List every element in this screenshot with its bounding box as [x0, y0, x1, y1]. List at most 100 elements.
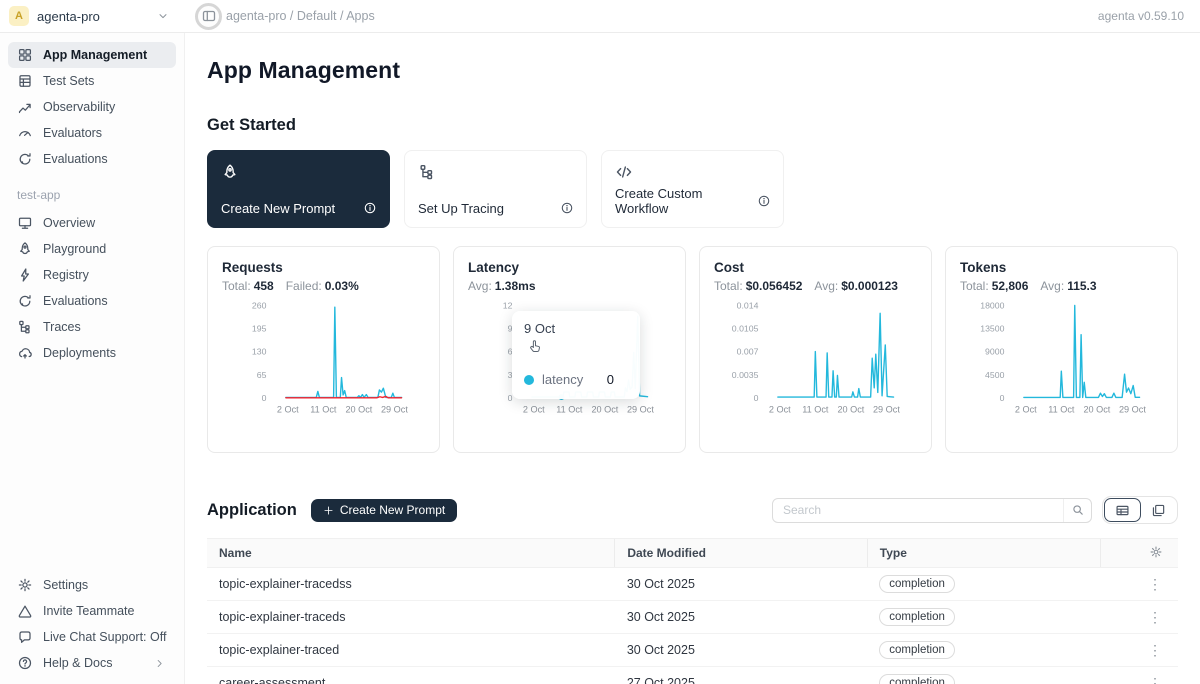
- rocket-icon: [17, 241, 33, 257]
- sidebar-item-evaluators[interactable]: Evaluators: [8, 120, 176, 146]
- chart-plot[interactable]: 0.0140.01050.0070.003502 Oct11 Oct20 Oct…: [714, 295, 917, 422]
- type-cell: completion: [867, 667, 1100, 684]
- view-toggle: [1102, 496, 1178, 524]
- svg-text:18000: 18000: [980, 301, 1004, 311]
- create-custom-workflow-card[interactable]: Create Custom Workflow: [601, 150, 784, 228]
- sidebar-item-settings[interactable]: Settings: [8, 572, 176, 598]
- table-row[interactable]: topic-explainer-traceds30 Oct 2025 comple…: [207, 601, 1178, 634]
- info-icon[interactable]: [559, 200, 575, 216]
- page-title: App Management: [207, 57, 1178, 84]
- tooltip-series-label: latency: [542, 372, 583, 387]
- workspace-selector[interactable]: A agenta-pro: [0, 6, 185, 26]
- svg-text:0: 0: [1000, 393, 1005, 403]
- lightning-icon: [17, 267, 33, 283]
- chart-plot[interactable]: 18000135009000450002 Oct11 Oct20 Oct29 O…: [960, 295, 1163, 422]
- overview-icon: [17, 215, 33, 231]
- series-dot: [524, 375, 534, 385]
- sidebar-item-label: Evaluators: [43, 126, 102, 140]
- app-name-cell[interactable]: topic-explainer-tracedss: [207, 568, 615, 601]
- requests-chart-card: Requests Total:458Failed:0.03% 260195130…: [207, 246, 440, 453]
- card-view-icon: [1151, 503, 1166, 518]
- app-name-cell[interactable]: topic-explainer-traced: [207, 634, 615, 667]
- svg-text:9000: 9000: [985, 347, 1005, 357]
- type-badge: completion: [879, 608, 955, 626]
- row-menu-icon[interactable]: ⋮: [1148, 642, 1162, 658]
- tracing-icon: [418, 163, 434, 179]
- sidebar: App Management Test Sets Observability E…: [0, 33, 185, 684]
- get-started-title: Get Started: [207, 116, 1178, 135]
- tooltip-date: 9 Oct: [524, 321, 628, 336]
- info-icon[interactable]: [362, 200, 378, 216]
- date-modified-cell: 30 Oct 2025: [615, 601, 867, 634]
- chart-title: Tokens: [960, 260, 1163, 275]
- svg-text:20 Oct: 20 Oct: [591, 405, 618, 415]
- sidebar-item-live-chat[interactable]: Live Chat Support: Off: [8, 624, 176, 650]
- evaluations-icon: [17, 151, 33, 167]
- sidebar-item-label: Live Chat Support: Off: [43, 630, 166, 644]
- create-new-prompt-card[interactable]: Create New Prompt: [207, 150, 390, 228]
- app-table-body: topic-explainer-tracedss30 Oct 2025compl…: [207, 568, 1178, 684]
- svg-text:13500: 13500: [980, 324, 1004, 334]
- card-label: Create Custom Workflow: [615, 186, 756, 216]
- button-label: Create New Prompt: [340, 503, 445, 517]
- row-actions-cell: ⋮: [1100, 601, 1178, 634]
- column-header-type[interactable]: Type: [867, 539, 1100, 568]
- code-icon: [615, 163, 631, 179]
- applications-table: Name Date Modified Type topic-explainer-…: [207, 538, 1178, 684]
- breadcrumb[interactable]: agenta-pro / Default / Apps: [226, 9, 375, 23]
- table-header-row: Name Date Modified Type: [207, 539, 1178, 568]
- svg-text:11 Oct: 11 Oct: [802, 405, 829, 415]
- create-new-prompt-button[interactable]: Create New Prompt: [311, 499, 457, 522]
- search-input[interactable]: [773, 503, 1063, 517]
- sidebar-item-label: Invite Teammate: [43, 604, 134, 618]
- sidebar-item-label: Settings: [43, 578, 88, 592]
- table-row[interactable]: career-assessment27 Oct 2025completion⋮: [207, 667, 1178, 684]
- chart-svg: 2601951306502 Oct11 Oct20 Oct29 Oct: [222, 295, 425, 422]
- sidebar-item-help-docs[interactable]: Help & Docs: [8, 650, 176, 676]
- grid-icon: [17, 47, 33, 63]
- table-row[interactable]: topic-explainer-traced30 Oct 2025complet…: [207, 634, 1178, 667]
- row-menu-icon[interactable]: ⋮: [1148, 609, 1162, 625]
- sidebar-item-test-sets[interactable]: Test Sets: [8, 68, 176, 94]
- chat-icon: [17, 629, 33, 645]
- sidebar-item-evaluations-app[interactable]: Evaluations: [8, 288, 176, 314]
- info-icon[interactable]: [756, 193, 772, 209]
- sidebar-item-app-management[interactable]: App Management: [8, 42, 176, 68]
- app-name-cell[interactable]: topic-explainer-traceds: [207, 601, 615, 634]
- chart-plot[interactable]: 2601951306502 Oct11 Oct20 Oct29 Oct: [222, 295, 425, 422]
- sidebar-item-evaluations[interactable]: Evaluations: [8, 146, 176, 172]
- svg-text:0.014: 0.014: [737, 301, 759, 311]
- svg-text:11 Oct: 11 Oct: [1048, 405, 1075, 415]
- sidebar-item-traces[interactable]: Traces: [8, 314, 176, 340]
- sidebar-item-overview[interactable]: Overview: [8, 210, 176, 236]
- set-up-tracing-card[interactable]: Set Up Tracing: [404, 150, 587, 228]
- row-menu-icon[interactable]: ⋮: [1148, 576, 1162, 592]
- search-icon[interactable]: [1063, 499, 1091, 522]
- table-row[interactable]: topic-explainer-tracedss30 Oct 2025compl…: [207, 568, 1178, 601]
- gear-icon[interactable]: [1148, 544, 1164, 560]
- column-header-name[interactable]: Name: [207, 539, 615, 568]
- help-icon: [17, 655, 33, 671]
- sidebar-item-label: Observability: [43, 100, 115, 114]
- row-menu-icon[interactable]: ⋮: [1148, 675, 1162, 684]
- sidebar-item-invite-teammate[interactable]: Invite Teammate: [8, 598, 176, 624]
- row-actions-cell: ⋮: [1100, 667, 1178, 684]
- app-name-cell[interactable]: career-assessment: [207, 667, 615, 684]
- sidebar-collapse-button[interactable]: [199, 7, 218, 26]
- column-header-date-modified[interactable]: Date Modified: [615, 539, 867, 568]
- date-modified-cell: 30 Oct 2025: [615, 634, 867, 667]
- card-view-button[interactable]: [1141, 498, 1176, 522]
- svg-text:20 Oct: 20 Oct: [837, 405, 864, 415]
- sidebar-item-playground[interactable]: Playground: [8, 236, 176, 262]
- sidebar-item-registry[interactable]: Registry: [8, 262, 176, 288]
- rocket-icon: [221, 163, 237, 179]
- sidebar-item-observability[interactable]: Observability: [8, 94, 176, 120]
- sidebar-item-label: App Management: [43, 48, 147, 62]
- table-view-icon: [1115, 503, 1130, 518]
- observability-icon: [17, 99, 33, 115]
- chart-stats: Avg:1.38ms: [468, 279, 671, 293]
- table-view-button[interactable]: [1104, 498, 1141, 522]
- chart-stat: Avg:115.3: [1040, 279, 1096, 293]
- sidebar-item-deployments[interactable]: Deployments: [8, 340, 176, 366]
- plus-icon: [323, 505, 334, 516]
